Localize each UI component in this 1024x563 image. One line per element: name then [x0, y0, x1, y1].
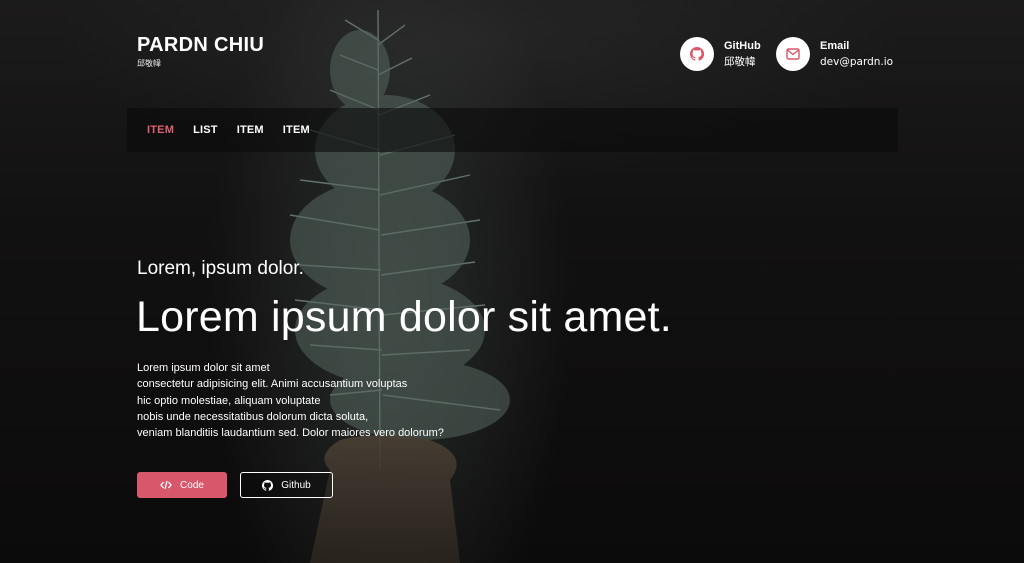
github-button[interactable]: Github: [240, 472, 333, 498]
hero-line: nobis unde necessitatibus dolorum dicta …: [137, 410, 369, 423]
email-value[interactable]: dev@pardn.io: [820, 54, 893, 70]
github-label: GitHub: [724, 40, 761, 52]
github-button-label: Github: [281, 479, 311, 491]
hero-line: Lorem ipsum dolor sit amet: [137, 362, 270, 374]
hero-kicker: Lorem, ipsum dolor.: [137, 258, 304, 279]
github-icon[interactable]: [680, 37, 714, 71]
code-button-label: Code: [180, 479, 204, 491]
nav-item-item-3[interactable]: ITEM: [283, 124, 310, 136]
github-icon: [262, 479, 274, 491]
main-nav: ITEM LIST ITEM ITEM: [127, 108, 898, 152]
github-contact[interactable]: GitHub 邱敬幃: [680, 37, 761, 71]
hero-description: Lorem ipsum dolor sit amet consectetur a…: [137, 360, 444, 441]
hero-line: consectetur adipisicing elit. Animi accu…: [137, 378, 408, 391]
nav-item-item-1[interactable]: ITEM: [147, 124, 174, 136]
github-value[interactable]: 邱敬幃: [724, 54, 761, 70]
brand-title[interactable]: PARDN CHIU: [137, 34, 264, 56]
hero-title: Lorem ipsum dolor sit amet.: [136, 293, 672, 341]
brand: PARDN CHIU 邱敬幃: [137, 34, 264, 69]
brand-subtitle: 邱敬幃: [137, 59, 161, 68]
hero-line: hic optio molestiae, aliquam voluptate: [137, 394, 321, 407]
nav-item-item-2[interactable]: ITEM: [237, 124, 264, 136]
email-contact[interactable]: Email dev@pardn.io: [776, 37, 893, 71]
nav-item-list[interactable]: LIST: [193, 124, 218, 136]
envelope-icon[interactable]: [776, 37, 810, 71]
code-icon: [160, 480, 172, 490]
code-button[interactable]: Code: [137, 472, 227, 498]
email-label: Email: [820, 40, 850, 52]
hero-line: veniam blanditiis laudantium sed. Dolor …: [137, 427, 444, 440]
